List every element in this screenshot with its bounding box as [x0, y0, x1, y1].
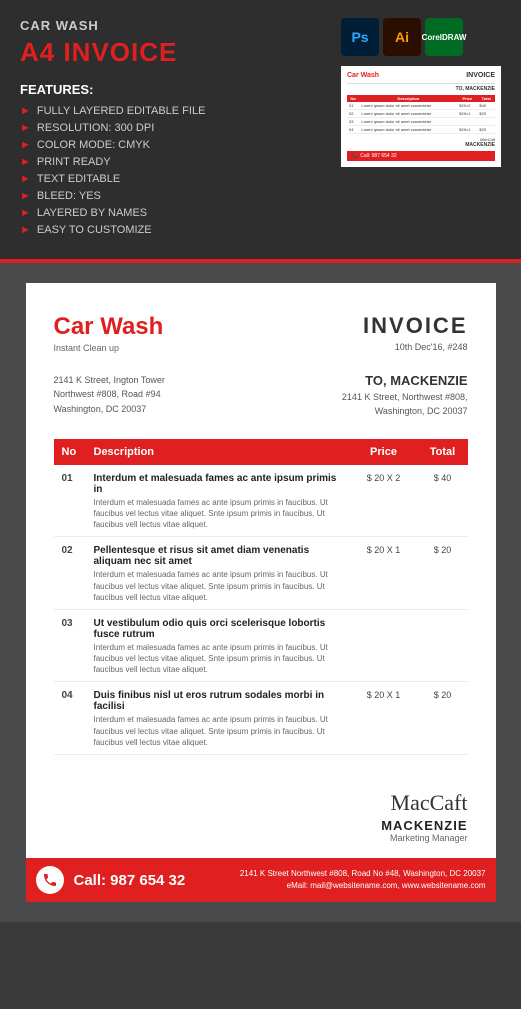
arrow-icon: ►	[20, 105, 31, 117]
arrow-icon: ►	[20, 139, 31, 151]
thumbnail-wrapper: Ps Ai CorelDRAW Car Wash INVOICE TO, MAC…	[341, 18, 501, 167]
brand-block: Car Wash Instant Clean up	[54, 313, 164, 353]
features-list: ►FULLY LAYERED EDITABLE FILE ►RESOLUTION…	[20, 105, 326, 236]
col-no: No	[54, 439, 86, 465]
arrow-icon: ►	[20, 173, 31, 185]
features-heading: FEATURES:	[20, 82, 326, 97]
phone-icon	[36, 866, 64, 894]
list-item: ►COLOR MODE: CMYK	[20, 139, 326, 151]
list-item: ►RESOLUTION: 300 DPI	[20, 122, 326, 134]
table-row: 01 Interdum et malesuada fames ac ante i…	[54, 465, 468, 537]
category-label: CAR WASH	[20, 18, 326, 33]
invoice-date: 10th Dec'16, #248	[363, 342, 467, 352]
brand-name: Car Wash	[54, 313, 164, 341]
col-price: Price	[350, 439, 418, 465]
to-label: TO, MACKENZIE	[342, 373, 468, 388]
arrow-icon: ►	[20, 207, 31, 219]
from-address: 2141 K Street, Ington Tower Northwest #8…	[54, 373, 165, 416]
list-item: ►LAYERED BY NAMES	[20, 207, 326, 219]
table-row: 04 Duis finibus nisl ut eros rutrum soda…	[54, 682, 468, 755]
invoice-addresses: 2141 K Street, Ington Tower Northwest #8…	[54, 373, 468, 419]
signature-title: Marketing Manager	[54, 833, 468, 843]
col-total: Total	[418, 439, 468, 465]
arrow-icon: ►	[20, 122, 31, 134]
signature-cursive: MacCaft	[54, 790, 468, 816]
invoice-header: Car Wash Instant Clean up INVOICE 10th D…	[54, 313, 468, 353]
invoice-footer: Call: 987 654 32 2141 K Street Northwest…	[26, 858, 496, 902]
table-row: 03 Ut vestibulum odio quis orci sceleris…	[54, 609, 468, 682]
photoshop-icon: Ps	[341, 18, 379, 56]
to-block: TO, MACKENZIE 2141 K Street, Northwest #…	[342, 373, 468, 419]
thumbnail: Car Wash INVOICE TO, MACKENZIE No Descri…	[341, 66, 501, 167]
invoice-title: INVOICE	[363, 313, 467, 339]
list-item: ►EASY TO CUSTOMIZE	[20, 224, 326, 236]
arrow-icon: ►	[20, 190, 31, 202]
signature-name: MACKENZIE	[54, 818, 468, 833]
arrow-icon: ►	[20, 156, 31, 168]
list-item: ►BLEED: YES	[20, 190, 326, 202]
signature-area: MacCaft MACKENZIE Marketing Manager	[54, 775, 468, 858]
software-icons: Ps Ai CorelDRAW	[341, 18, 501, 56]
invoice-card: Car Wash Instant Clean up INVOICE 10th D…	[26, 283, 496, 902]
top-section: CAR WASH A4 INVOICE FEATURES: ►FULLY LAY…	[0, 0, 521, 259]
preview-section: Car Wash Instant Clean up INVOICE 10th D…	[0, 263, 521, 922]
to-address: 2141 K Street, Northwest #808, Washingto…	[342, 390, 468, 419]
list-item: ►FULLY LAYERED EDITABLE FILE	[20, 105, 326, 117]
list-item: ►PRINT READY	[20, 156, 326, 168]
footer-details: 2141 K Street Northwest #808, Road No #4…	[240, 868, 486, 892]
footer-phone: Call: 987 654 32	[74, 872, 186, 889]
illustrator-icon: Ai	[383, 18, 421, 56]
invoice-table: No Description Price Total 01 Interdum e…	[54, 439, 468, 755]
invoice-title-block: INVOICE 10th Dec'16, #248	[363, 313, 467, 352]
top-left: CAR WASH A4 INVOICE FEATURES: ►FULLY LAY…	[20, 18, 326, 241]
col-description: Description	[86, 439, 350, 465]
arrow-icon: ►	[20, 224, 31, 236]
coreldraw-icon: CorelDRAW	[425, 18, 463, 56]
list-item: ►TEXT EDITABLE	[20, 173, 326, 185]
page-title: A4 INVOICE	[20, 37, 326, 68]
table-row: 02 Pellentesque et risus sit amet diam v…	[54, 537, 468, 610]
brand-subtitle: Instant Clean up	[54, 343, 164, 353]
